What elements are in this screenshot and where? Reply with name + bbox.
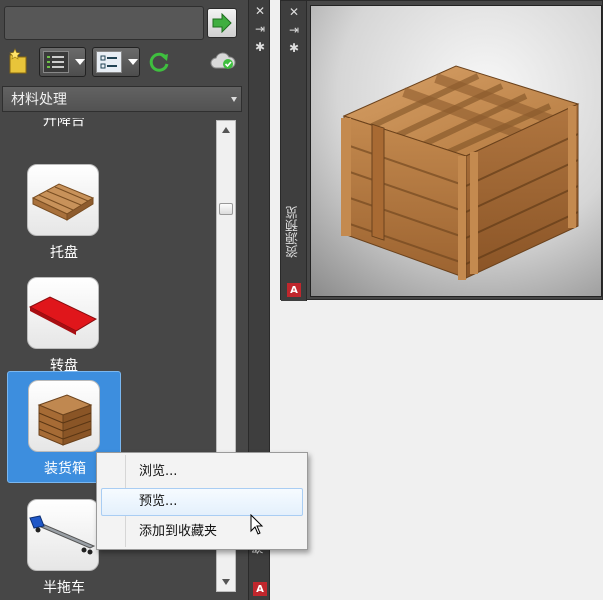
turntable-thumbnail	[27, 277, 99, 349]
autocad-logo-icon: A	[253, 582, 267, 596]
preview-canvas	[310, 5, 602, 297]
semi-trailer-thumbnail	[27, 499, 99, 571]
folder-star-icon	[9, 48, 27, 74]
menu-item-preview[interactable]: 预览...	[101, 488, 303, 516]
chevron-down-icon	[231, 97, 237, 102]
mouse-cursor-icon	[250, 514, 264, 535]
cloud-sync-icon	[210, 52, 236, 69]
cloud-sync-button[interactable]	[210, 52, 238, 82]
pallet-thumbnail	[27, 164, 99, 236]
preview-title-bar: ✕ ⇥ ✱ 资源预览 A	[281, 1, 307, 301]
pin-icon[interactable]: ⇥	[253, 22, 267, 36]
list-view-icon	[47, 56, 64, 68]
scroll-up-arrow-icon[interactable]	[222, 127, 230, 133]
refresh-icon	[149, 52, 169, 72]
list-view-dropdown[interactable]	[39, 47, 86, 77]
arrow-right-icon	[212, 13, 232, 33]
tool-item-lift-table[interactable]: 升降台	[7, 118, 121, 136]
tool-item-label: 托盘	[50, 245, 78, 261]
menu-item-browse[interactable]: 浏览...	[101, 458, 303, 486]
menu-item-add-to-favorites[interactable]: 添加到收藏夹	[101, 518, 303, 546]
tool-item-turntable[interactable]: 转盘	[7, 269, 121, 381]
turntable-icon	[28, 296, 98, 335]
context-menu: 浏览... 预览... 添加到收藏夹	[96, 452, 308, 550]
tree-view-icon	[100, 55, 117, 69]
crate-icon	[37, 394, 93, 446]
crate-thumbnail	[28, 380, 100, 452]
go-button[interactable]	[207, 8, 237, 38]
close-icon[interactable]: ✕	[287, 5, 301, 19]
tool-item-pallet[interactable]: 托盘	[7, 156, 121, 268]
semi-trailer-icon	[29, 515, 96, 555]
gear-icon[interactable]: ✱	[253, 40, 267, 54]
refresh-button[interactable]	[147, 50, 173, 80]
close-icon[interactable]: ✕	[253, 4, 267, 18]
favorites-button[interactable]	[6, 47, 30, 77]
category-select[interactable]: 材料处理	[2, 86, 242, 112]
search-input[interactable]	[4, 6, 204, 40]
gear-icon[interactable]: ✱	[287, 41, 301, 55]
scrollbar-thumb[interactable]	[219, 203, 233, 215]
preview-title: 资源预览	[286, 206, 301, 258]
category-select-value: 材料处理	[11, 92, 67, 108]
autocad-logo-icon: A	[287, 283, 301, 297]
crate-preview-image	[341, 65, 580, 280]
preview-window: ✕ ⇥ ✱ 资源预览 A	[280, 0, 603, 301]
pin-icon[interactable]: ⇥	[287, 23, 301, 37]
tool-item-label: 升降台	[43, 118, 85, 129]
view-options-dropdown[interactable]	[92, 47, 140, 77]
scroll-down-arrow-icon[interactable]	[222, 579, 230, 585]
tool-item-label: 半拖车	[43, 580, 85, 596]
pallet-icon	[31, 183, 95, 221]
